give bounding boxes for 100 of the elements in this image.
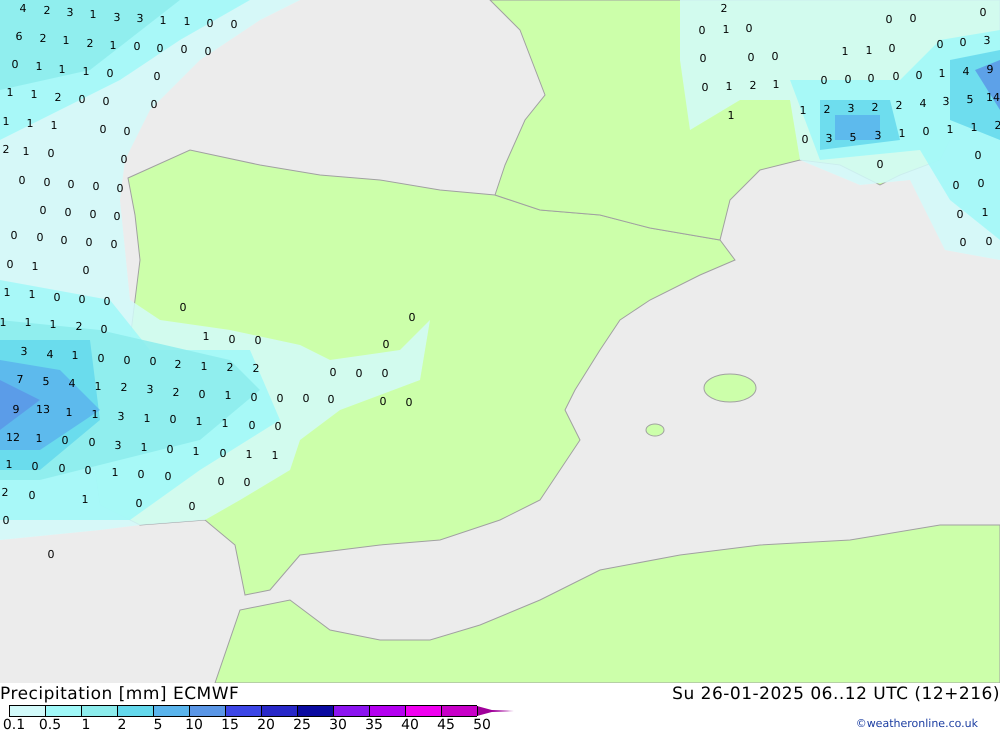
- precipitation-value: 0: [380, 395, 386, 408]
- precipitation-value: 0: [170, 413, 176, 426]
- precipitation-value: 0: [116, 182, 124, 195]
- precipitation-value: 0: [92, 180, 100, 193]
- precipitation-value: 0: [980, 6, 986, 19]
- precipitation-value: 2: [40, 32, 46, 45]
- precipitation-value: 1: [94, 380, 102, 393]
- precipitation-value: 0: [974, 149, 982, 162]
- precipitation-value: 1: [272, 449, 278, 462]
- precipitation-value: 0: [48, 548, 54, 561]
- precipitation-value: 0: [138, 468, 144, 481]
- precipitation-value: 0: [952, 179, 960, 192]
- precipitation-value: 0: [910, 12, 916, 25]
- scale-tick-label: 25: [292, 717, 312, 733]
- precipitation-value: 1: [982, 206, 988, 219]
- precipitation-value: 1: [192, 445, 200, 458]
- scale-tick-label: 5: [152, 717, 164, 733]
- precipitation-value: 0: [58, 462, 66, 475]
- precipitation-value: 0: [230, 18, 238, 31]
- precipitation-value: 1: [26, 117, 34, 130]
- credit-link[interactable]: ©weatheronline.co.uk: [856, 717, 978, 730]
- precipitation-value: 0: [886, 13, 892, 26]
- precipitation-value: 0: [960, 236, 966, 249]
- precipitation-value: 0: [54, 291, 60, 304]
- precipitation-value: 0: [104, 295, 110, 308]
- precipitation-value: 0: [748, 51, 754, 64]
- precipitation-value: 3: [942, 95, 950, 108]
- precipitation-value: 2: [76, 320, 82, 333]
- precipitation-value: 4: [46, 348, 54, 361]
- precipitation-value: 1: [50, 119, 58, 132]
- precipitation-value: 0: [36, 231, 44, 244]
- precipitation-value: 5: [850, 131, 856, 144]
- precipitation-value: 1: [800, 104, 806, 117]
- precipitation-value: 0: [156, 42, 164, 55]
- precipitation-value: 12: [6, 431, 20, 444]
- precipitation-value: 0: [408, 311, 416, 324]
- precipitation-value: 9: [986, 63, 994, 76]
- precipitation-value: 0: [10, 229, 18, 242]
- precipitation-value: 4: [20, 2, 26, 15]
- precipitation-value: 0: [136, 497, 142, 510]
- precipitation-value: 0: [150, 355, 156, 368]
- precipitation-value: 0: [78, 93, 86, 106]
- precipitation-value: 0: [302, 392, 310, 405]
- precipitation-value: 1: [4, 286, 10, 299]
- precipitation-value: 1: [200, 360, 208, 373]
- precipitation-value: 0: [100, 123, 106, 136]
- precipitation-value: 3: [984, 34, 990, 47]
- precipitation-value: 2: [750, 79, 756, 92]
- precipitation-value: 0: [100, 323, 108, 336]
- precipitation-value: 0: [114, 210, 120, 223]
- precipitation-value: 0: [772, 50, 778, 63]
- precipitation-value: 0: [746, 22, 752, 35]
- precipitation-value: 3: [20, 345, 28, 358]
- precipitation-value: 0: [150, 98, 158, 111]
- legend-title: Precipitation [mm] ECMWF: [0, 683, 240, 705]
- precipitation-value: 0: [250, 391, 258, 404]
- precipitation-value: 0: [382, 338, 390, 351]
- precipitation-value: 1: [2, 115, 10, 128]
- precipitation-value: 14: [986, 91, 1000, 104]
- precipitation-value: 0: [60, 234, 68, 247]
- precipitation-value: 0: [2, 514, 10, 527]
- precipitation-value: 0: [98, 352, 104, 365]
- precipitation-value: 2: [896, 99, 902, 112]
- precipitation-value: 0: [6, 258, 14, 271]
- precipitation-value: 0: [702, 81, 708, 94]
- precipitation-value: 1: [72, 349, 78, 362]
- precipitation-value: 3: [848, 102, 854, 115]
- precipitation-value: 0: [48, 147, 54, 160]
- precipitation-value: 3: [874, 129, 882, 142]
- precipitation-value: 3: [136, 12, 144, 25]
- precipitation-value: 0: [228, 333, 236, 346]
- precipitation-value: 1: [160, 14, 166, 27]
- precipitation-value: 1: [30, 88, 38, 101]
- precipitation-value: 0: [204, 45, 212, 58]
- scale-tick-label: 0.1: [2, 717, 26, 733]
- precipitation-value: 1: [184, 15, 190, 28]
- precipitation-value: 0: [356, 367, 362, 380]
- scale-tick-label: 45: [436, 717, 456, 733]
- precipitation-value: 1: [90, 8, 96, 21]
- precipitation-value: 1: [842, 45, 848, 58]
- scale-tick-label: 15: [220, 717, 240, 733]
- precipitation-value: 2: [872, 101, 878, 114]
- scale-tick-label: 30: [328, 717, 348, 733]
- scale-tick-label: 10: [184, 717, 204, 733]
- precipitation-value: 0: [328, 393, 334, 406]
- precipitation-value: 0: [274, 420, 282, 433]
- precipitation-value: 9: [12, 403, 20, 416]
- precipitation-value: 1: [144, 412, 150, 425]
- precipitation-value: 1: [82, 65, 90, 78]
- precipitation-value: 1: [722, 23, 730, 36]
- precipitation-value: 1: [938, 67, 946, 80]
- precipitation-value: 0: [78, 293, 86, 306]
- precipitation-value: 0: [892, 70, 900, 83]
- precipitation-value: 0: [248, 419, 256, 432]
- precipitation-value: 0: [802, 133, 808, 146]
- precipitation-value: 2: [2, 486, 8, 499]
- precipitation-value: 0: [124, 125, 130, 138]
- precipitation-value: 1: [36, 432, 42, 445]
- precipitation-value: 1: [946, 123, 954, 136]
- precipitation-value: 0: [844, 73, 852, 86]
